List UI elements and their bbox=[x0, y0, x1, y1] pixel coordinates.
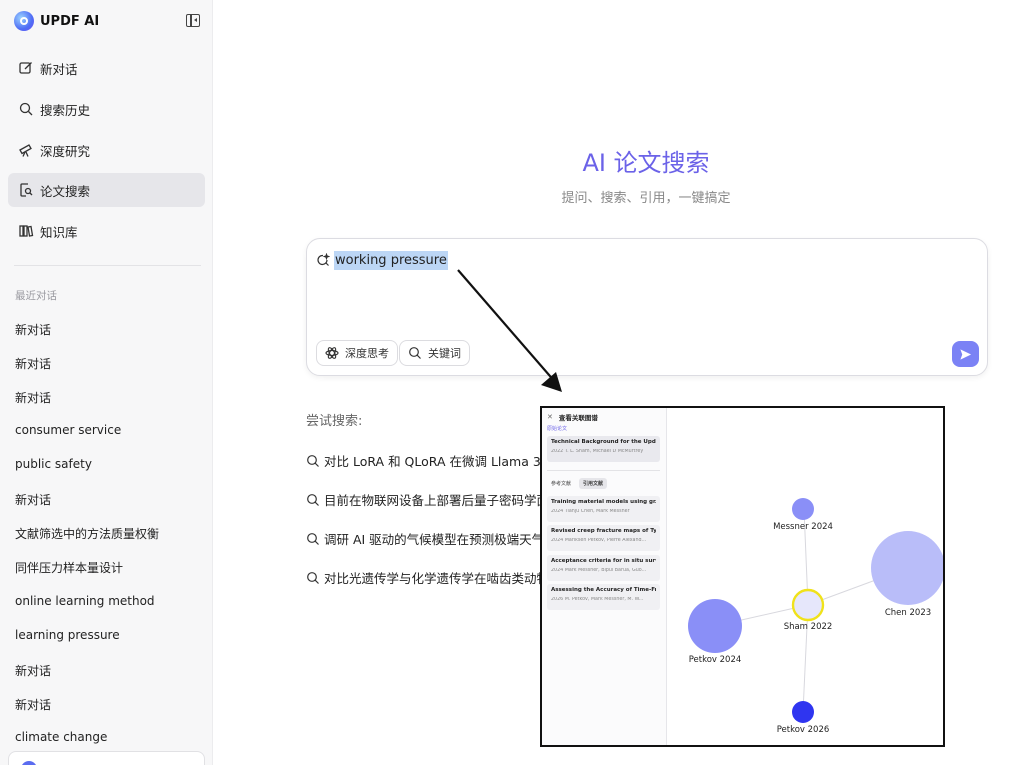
popup-title: 查看关联图谱 bbox=[558, 414, 598, 422]
send-icon bbox=[960, 348, 972, 360]
page-subtitle: 提问、搜索、引用，一键搞定 bbox=[561, 191, 731, 206]
graph-node-petkov-2026[interactable] bbox=[792, 701, 814, 723]
citation-tabs: 参考文献 引用文献 bbox=[547, 478, 611, 489]
telescope-icon bbox=[19, 144, 32, 157]
original-paper-card[interactable]: Technical Background for the Upd... 2022… bbox=[547, 436, 660, 462]
graph-node-messner[interactable] bbox=[792, 498, 814, 520]
paper-card[interactable]: Training material models using gr... 202… bbox=[547, 496, 660, 522]
paper-meta: 2024 Mariksen Petkov, Pierre Alexand... bbox=[551, 538, 647, 543]
suggestion-text: 目前在物联网设备上部署后量子密码学面 bbox=[324, 493, 546, 508]
brand[interactable]: UPDF AI bbox=[14, 10, 99, 32]
recent-chat-item[interactable]: 新对话 bbox=[15, 389, 205, 406]
nav-knowledge-base[interactable]: 知识库 bbox=[8, 214, 205, 248]
suggestion-item[interactable]: 调研 AI 驱动的气候模型在预测极端天气事 bbox=[306, 529, 546, 548]
recent-chat-item[interactable]: 文献筛选中的方法质量权衡 bbox=[15, 525, 205, 542]
suggestion-item[interactable]: 对比光遗传学与化学遗传学在啮齿类动物 bbox=[306, 568, 546, 587]
nav-label: 新对话 bbox=[40, 61, 78, 77]
nav-new-chat[interactable]: 新对话 bbox=[8, 51, 205, 85]
send-button[interactable] bbox=[952, 341, 979, 367]
node-label-chen: Chen 2023 bbox=[885, 608, 931, 618]
nav-label: 搜索历史 bbox=[40, 102, 91, 118]
popup-header: ✕ 查看关联图谱 bbox=[547, 412, 598, 422]
citation-graph: Messner 2024 Chen 2023 Sham 2022 Petkov … bbox=[688, 498, 943, 735]
search-icon bbox=[307, 454, 319, 467]
search-box[interactable]: working pressure 深度思考 关键词 bbox=[306, 238, 988, 376]
recent-chat-item[interactable]: consumer service bbox=[15, 423, 205, 437]
paper-title: Training material models using gr... bbox=[551, 499, 656, 505]
nav-paper-search[interactable]: 论文搜索 bbox=[8, 173, 205, 207]
search-icon bbox=[307, 532, 319, 545]
recent-chat-item[interactable]: online learning method bbox=[15, 594, 205, 608]
keywords-toggle[interactable]: 关键词 bbox=[399, 340, 470, 366]
tab-citations[interactable]: 引用文献 bbox=[579, 478, 608, 489]
suggestion-text: 调研 AI 驱动的气候模型在预测极端天气事 bbox=[324, 532, 546, 547]
nav-label: 深度研究 bbox=[40, 143, 91, 159]
recent-chat-item[interactable]: 新对话 bbox=[15, 355, 205, 372]
edit-icon bbox=[19, 62, 32, 74]
paper-title: Revised creep fracture maps of Ty... bbox=[551, 528, 656, 534]
deep-think-label: 深度思考 bbox=[345, 347, 389, 360]
suggestion-text: 对比 LoRA 和 QLoRA 在微调 Llama 3 模 bbox=[324, 454, 546, 469]
paper-card[interactable]: Revised creep fracture maps of Ty... 202… bbox=[547, 525, 660, 551]
search-icon bbox=[409, 347, 421, 359]
paper-meta: 2026 M. Petkov, Mark Messner, M. W... bbox=[551, 597, 644, 602]
search-icon bbox=[307, 571, 319, 584]
avatar bbox=[21, 761, 37, 765]
node-label-messner: Messner 2024 bbox=[773, 522, 833, 532]
recent-chat-item[interactable]: 新对话 bbox=[15, 662, 205, 679]
recent-chat-item[interactable]: 新对话 bbox=[15, 321, 205, 338]
sidebar: UPDF AI 新对话 搜索历史 深度研究 论文搜索 知识库 最近对话 新对话 … bbox=[0, 0, 213, 765]
recent-chat-item[interactable]: 新对话 bbox=[15, 491, 205, 508]
paper-card[interactable]: Acceptance criteria for in situ surv... … bbox=[547, 555, 660, 581]
account-card[interactable] bbox=[8, 751, 205, 765]
try-search-label: 尝试搜索: bbox=[306, 414, 363, 429]
atom-icon bbox=[325, 347, 339, 359]
suggestion-item[interactable]: 对比 LoRA 和 QLoRA 在微调 Llama 3 模 bbox=[306, 451, 546, 470]
nav-label: 知识库 bbox=[40, 224, 78, 240]
search-icon bbox=[307, 493, 319, 506]
page-title: AI 论文搜索 bbox=[582, 149, 710, 177]
paper-title: Technical Background for the Upd... bbox=[551, 439, 656, 445]
ai-search-icon bbox=[317, 253, 330, 266]
popup-divider bbox=[547, 470, 660, 471]
suggestion-item[interactable]: 目前在物联网设备上部署后量子密码学面 bbox=[306, 490, 546, 509]
library-icon bbox=[19, 225, 34, 237]
updf-logo-icon bbox=[14, 11, 34, 31]
deep-think-toggle[interactable]: 深度思考 bbox=[316, 340, 398, 366]
paper-search-icon bbox=[20, 183, 33, 197]
suggestion-text: 对比光遗传学与化学遗传学在啮齿类动物 bbox=[324, 571, 546, 586]
recent-chat-item[interactable]: 同伴压力样本量设计 bbox=[15, 559, 205, 576]
node-label-sham: Sham 2022 bbox=[784, 622, 833, 632]
tab-references[interactable]: 参考文献 bbox=[547, 478, 575, 489]
recent-chat-item[interactable]: learning pressure bbox=[15, 628, 205, 642]
original-paper-label: 原始论文 bbox=[547, 426, 568, 432]
node-label-petkov-2024: Petkov 2024 bbox=[689, 655, 742, 665]
paper-list-panel: ✕ 查看关联图谱 原始论文 Technical Background for t… bbox=[542, 408, 667, 745]
nav-deep-research[interactable]: 深度研究 bbox=[8, 133, 205, 167]
keywords-label: 关键词 bbox=[428, 347, 461, 360]
graph-node-sham[interactable] bbox=[791, 588, 825, 622]
recent-chat-item[interactable]: 新对话 bbox=[15, 696, 205, 713]
citation-graph-popup: ✕ 查看关联图谱 原始论文 Technical Background for t… bbox=[540, 406, 945, 747]
paper-card[interactable]: Assessing the Accuracy of Time-Fr... 202… bbox=[547, 584, 660, 610]
recent-chat-item[interactable]: public safety bbox=[15, 457, 205, 471]
graph-node-petkov-2024[interactable] bbox=[688, 599, 742, 653]
sidebar-divider bbox=[14, 265, 201, 266]
recent-chats-title: 最近对话 bbox=[15, 290, 57, 302]
search-input[interactable]: working pressure bbox=[334, 251, 448, 270]
close-icon[interactable]: ✕ bbox=[547, 413, 553, 421]
brand-name: UPDF AI bbox=[40, 13, 100, 29]
paper-title: Acceptance criteria for in situ surv... bbox=[551, 558, 656, 564]
search-icon bbox=[19, 102, 33, 116]
collapse-sidebar-icon[interactable] bbox=[186, 14, 200, 27]
paper-meta: 2024 Tianju Chen, Mark Messner bbox=[551, 509, 630, 514]
node-label-petkov-2026: Petkov 2026 bbox=[777, 725, 830, 735]
nav-label: 论文搜索 bbox=[40, 183, 91, 199]
paper-meta: 2022 T. L. Sham, Michael D McMurtrey bbox=[551, 449, 644, 454]
recent-chat-item[interactable]: climate change bbox=[15, 730, 205, 744]
graph-node-chen[interactable] bbox=[871, 531, 943, 605]
paper-title: Assessing the Accuracy of Time-Fr... bbox=[551, 587, 656, 593]
nav-search-history[interactable]: 搜索历史 bbox=[8, 92, 205, 126]
paper-meta: 2024 Mark Messner, Bipul Barua, Guo... bbox=[551, 568, 647, 573]
